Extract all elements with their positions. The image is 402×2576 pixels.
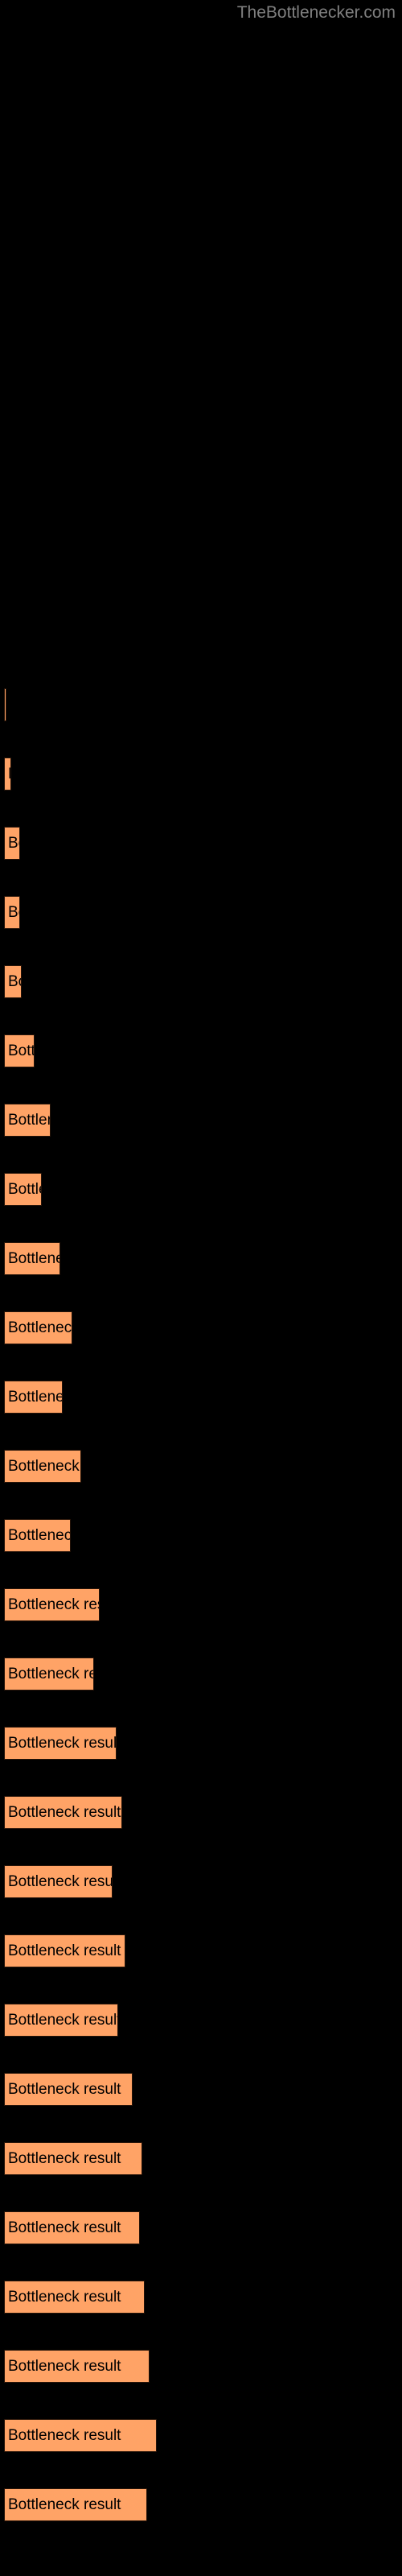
bar-row: Bottleneck result (0, 688, 402, 724)
bar-row: Bottleneck result (0, 1034, 402, 1070)
chart-bar[interactable]: Bottleneck result (4, 1796, 122, 1829)
chart-bar[interactable]: Bottleneck result (4, 2488, 147, 2521)
chart-bar-label: Bottleneck result (8, 1180, 41, 1198)
chart-bar[interactable]: Bottleneck result (4, 1173, 42, 1206)
chart-bar-label: Bottleneck result (8, 1942, 121, 1959)
bar-row: Bottleneck result (0, 1934, 402, 1970)
bar-row: Bottleneck result (0, 1311, 402, 1347)
bar-row: Bottleneck result (0, 2488, 402, 2524)
chart-bar[interactable]: Bottleneck result (4, 1311, 72, 1344)
chart-bar[interactable]: Bottleneck result (4, 896, 20, 929)
bottleneck-bar-chart: Bottleneck result Bottleneck result Bottle… (0, 0, 402, 2576)
chart-bar[interactable]: Bottleneck result (4, 1381, 63, 1414)
chart-bar[interactable]: Bottleneck result (4, 1588, 100, 1621)
chart-bar-label: Bottleneck result (8, 972, 21, 990)
chart-bar[interactable]: Bottleneck result (4, 2004, 118, 2037)
chart-bar-label: Bottleneck result (8, 2357, 121, 2375)
chart-bar-label: Bottleneck result (8, 1111, 50, 1129)
chart-bar[interactable]: Bottleneck result (4, 2350, 150, 2383)
chart-bar-label: Bottleneck result (8, 903, 19, 921)
bar-row: Bottleneck result (0, 1242, 402, 1278)
chart-bar[interactable]: Bottleneck result (4, 1450, 81, 1483)
chart-bar[interactable]: Bottleneck result (4, 2419, 157, 2452)
bar-row: Bottleneck result (0, 1381, 402, 1416)
chart-bar-label: Bottleneck result (8, 1665, 93, 1682)
chart-bar-label: Bottleneck result (8, 834, 19, 852)
bar-row: Bottleneck result (0, 2142, 402, 2178)
chart-bar-label: Bottleneck result (8, 2288, 121, 2306)
bar-row: Bottleneck result (0, 2350, 402, 2385)
chart-bar[interactable]: Bottleneck result (4, 758, 11, 791)
chart-bar-label: Bottleneck result (8, 2426, 121, 2444)
bar-row: Bottleneck result (0, 1173, 402, 1208)
chart-bar-label: Bottleneck result (8, 1803, 121, 1821)
chart-bar-label: Bottleneck result (8, 2011, 118, 2029)
chart-bar-label: Bottleneck result (8, 1734, 117, 1752)
bar-row: Bottleneck result (0, 1450, 402, 1485)
bar-row: Bottleneck result (0, 1796, 402, 1831)
bar-row: Bottleneck result (0, 2281, 402, 2316)
chart-bar-label: Bottleneck result (8, 1872, 113, 1890)
bar-row: Bottleneck result (0, 827, 402, 862)
chart-bar-label: Bottleneck result (8, 2149, 121, 2167)
bar-row: Bottleneck result (0, 2004, 402, 2039)
bar-row: Bottleneck result (0, 1588, 402, 1624)
chart-bar[interactable]: Bottleneck result (4, 2281, 145, 2314)
chart-bar-label: Bottleneck result (8, 1249, 59, 1267)
bar-row: Bottleneck result (0, 758, 402, 793)
bar-row: Bottleneck result (0, 1657, 402, 1693)
bar-row: Bottleneck result (0, 896, 402, 931)
chart-bar-label: Bottleneck result (8, 1388, 62, 1406)
chart-bar-label: Bottleneck result (8, 1457, 80, 1475)
page-root: TheBottlenecker.com Bottleneck resultBot… (0, 0, 402, 2576)
chart-bar-label: Bottleneck result (8, 2080, 121, 2098)
bar-row: Bottleneck result (0, 1519, 402, 1554)
bar-row: Bottleneck result (0, 1104, 402, 1139)
bar-row: Bottleneck result (0, 2419, 402, 2454)
chart-bar[interactable]: Bottleneck result (4, 1727, 117, 1760)
chart-bar-label: Bottleneck result (8, 1526, 70, 1544)
chart-bar-label: Bottleneck result (8, 2496, 121, 2513)
chart-bar-label: Bottleneck result (8, 2219, 121, 2236)
chart-bar[interactable]: Bottleneck result (4, 965, 22, 998)
chart-bar[interactable]: Bottleneck result (4, 2142, 142, 2175)
chart-bar[interactable]: Bottleneck result (4, 827, 20, 860)
chart-bar[interactable]: Bottleneck result (4, 2211, 140, 2244)
chart-bar[interactable]: Bottleneck result (4, 1657, 94, 1690)
chart-bar-label: Bottleneck result (8, 1596, 99, 1613)
chart-bar-label: Bottleneck result (8, 1042, 34, 1059)
chart-bar-label: Bottleneck result (8, 766, 10, 783)
chart-bar[interactable]: Bottleneck result (4, 2073, 133, 2106)
bar-row: Bottleneck result (0, 1865, 402, 1901)
chart-bar[interactable]: Bottleneck result (4, 1242, 60, 1275)
chart-bar-label: Bottleneck result (8, 1319, 72, 1336)
bar-row: Bottleneck result (0, 1727, 402, 1762)
chart-bar[interactable]: Bottleneck result (4, 1865, 113, 1898)
chart-bar[interactable]: Bottleneck result (4, 1519, 71, 1552)
bar-row: Bottleneck result (0, 965, 402, 1001)
bar-row: Bottleneck result (0, 2211, 402, 2247)
chart-bar[interactable]: Bottleneck result (4, 1934, 125, 1967)
chart-bar[interactable]: Bottleneck result (4, 1034, 35, 1067)
chart-bar[interactable]: Bottleneck result (4, 688, 6, 721)
chart-bar[interactable]: Bottleneck result (4, 1104, 51, 1137)
bar-row: Bottleneck result (0, 2073, 402, 2108)
